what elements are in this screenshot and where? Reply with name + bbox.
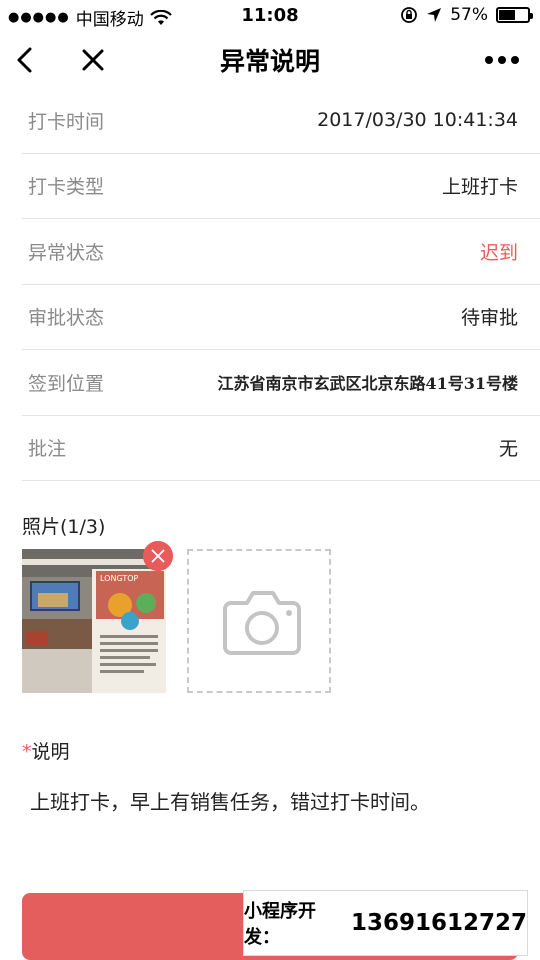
nav-bar: 异常说明	[0, 32, 540, 90]
row-value: 无	[498, 438, 518, 461]
row-exception-status: 异常状态 迟到	[22, 219, 540, 285]
more-dots-icon[interactable]	[484, 54, 520, 66]
promo-label: 小程序开发：	[244, 901, 316, 948]
page-title: 异常说明	[219, 47, 320, 76]
row-clock-time: 打卡时间 2017/03/30 10:41:34	[22, 88, 540, 154]
battery-percent: 57%	[450, 5, 488, 25]
row-clock-type: 打卡类型 上班打卡	[22, 154, 540, 219]
camera-icon	[223, 591, 301, 655]
rotation-lock-icon	[401, 7, 418, 23]
row-label: 审批状态	[28, 307, 105, 330]
status-bar: ●●●●● 中国移动 11:08 57%	[0, 0, 540, 32]
add-photo-button[interactable]	[187, 549, 331, 693]
row-label: 打卡类型	[28, 176, 105, 199]
row-value: 江苏省南京市玄武区北京东路41号31号楼	[217, 374, 518, 394]
required-mark: *	[22, 741, 32, 763]
row-approval-status: 审批状态 待审批	[22, 285, 540, 350]
photo-image: LONGTOP	[22, 549, 166, 693]
promo-phone: 13691612727	[350, 910, 527, 936]
description-text[interactable]: 上班打卡，早上有销售任务，错过打卡时间。	[30, 786, 430, 815]
row-value: 上班打卡	[441, 176, 518, 199]
status-badge: 迟到	[479, 241, 518, 264]
description-label: *说明	[22, 737, 70, 764]
status-right: 57%	[400, 5, 533, 25]
poster-brand: LONGTOP	[100, 574, 139, 583]
row-label: 签到位置	[28, 372, 105, 395]
row-checkin-location: 签到位置 江苏省南京市玄武区北京东路41号31号楼	[22, 350, 540, 416]
photo-remove-button[interactable]	[143, 541, 173, 571]
location-arrow-icon	[427, 8, 442, 22]
row-remark: 批注 无	[22, 416, 540, 481]
info-list: 打卡时间 2017/03/30 10:41:34 打卡类型 上班打卡 异常状态 …	[22, 88, 540, 481]
row-label: 异常状态	[28, 241, 105, 264]
row-label: 打卡时间	[28, 110, 105, 133]
row-value: 2017/03/30 10:41:34	[317, 109, 518, 132]
battery-level-fill	[499, 10, 515, 20]
row-value: 待审批	[460, 307, 518, 330]
photos-title: 照片(1/3)	[22, 516, 106, 538]
battery-tip	[530, 13, 533, 19]
row-label: 批注	[28, 438, 67, 461]
description-label-text: 说明	[31, 741, 70, 763]
photo-thumbnail[interactable]: LONGTOP	[22, 549, 166, 693]
battery-icon	[496, 7, 533, 23]
promo-overlay: 小程序开发： 13691612727	[243, 890, 528, 956]
